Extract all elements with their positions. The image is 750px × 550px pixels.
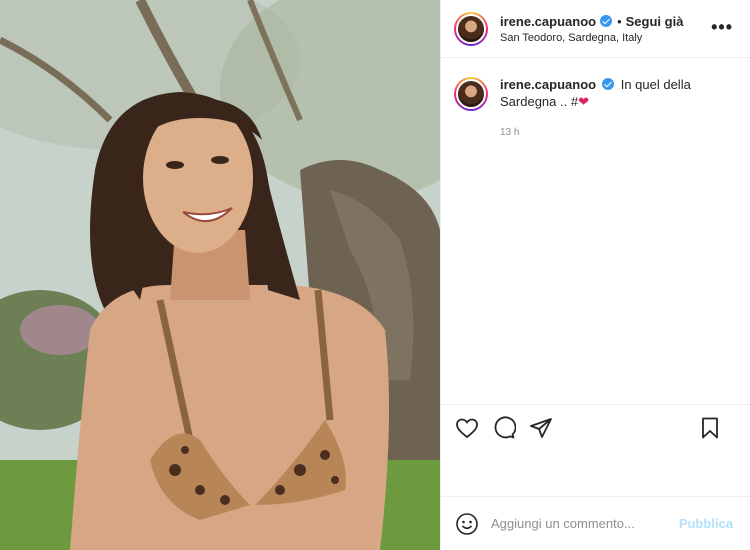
caption-username-link[interactable]: irene.capuanoo <box>500 77 596 92</box>
red-heart-emoji-icon: ❤ <box>578 94 589 109</box>
share-paper-plane-icon[interactable] <box>529 416 553 440</box>
follow-status-button[interactable]: Segui già <box>626 14 684 29</box>
post-header: irene.capuanoo • Segui già San Teodoro, … <box>441 0 750 58</box>
avatar[interactable] <box>454 11 488 46</box>
smiley-emoji-icon[interactable] <box>455 512 479 536</box>
photo-illustration <box>0 0 440 550</box>
verified-badge-icon <box>600 15 613 27</box>
save-bookmark-icon[interactable] <box>698 416 722 440</box>
caption-avatar[interactable] <box>454 77 488 111</box>
comment-bubble-icon[interactable] <box>492 415 517 440</box>
caption: irene.capuanoo In quel della Sardegna ..… <box>454 76 739 141</box>
like-heart-icon[interactable] <box>455 416 479 440</box>
post-side-panel: irene.capuanoo • Segui già San Teodoro, … <box>440 0 750 550</box>
username-link[interactable]: irene.capuanoo <box>500 14 596 29</box>
location-link[interactable]: San Teodoro, Sardegna, Italy <box>500 32 683 44</box>
caption-verified-badge-icon <box>602 78 615 90</box>
comment-input[interactable] <box>491 516 671 531</box>
post-timestamp[interactable]: 13 h <box>500 124 739 141</box>
separator-dot: • <box>617 13 622 29</box>
more-options-icon[interactable]: ••• <box>711 18 733 36</box>
action-bar <box>441 404 750 450</box>
comment-bar: Pubblica <box>441 496 750 550</box>
publish-button[interactable]: Pubblica <box>679 516 733 531</box>
post-photo[interactable] <box>0 0 440 550</box>
